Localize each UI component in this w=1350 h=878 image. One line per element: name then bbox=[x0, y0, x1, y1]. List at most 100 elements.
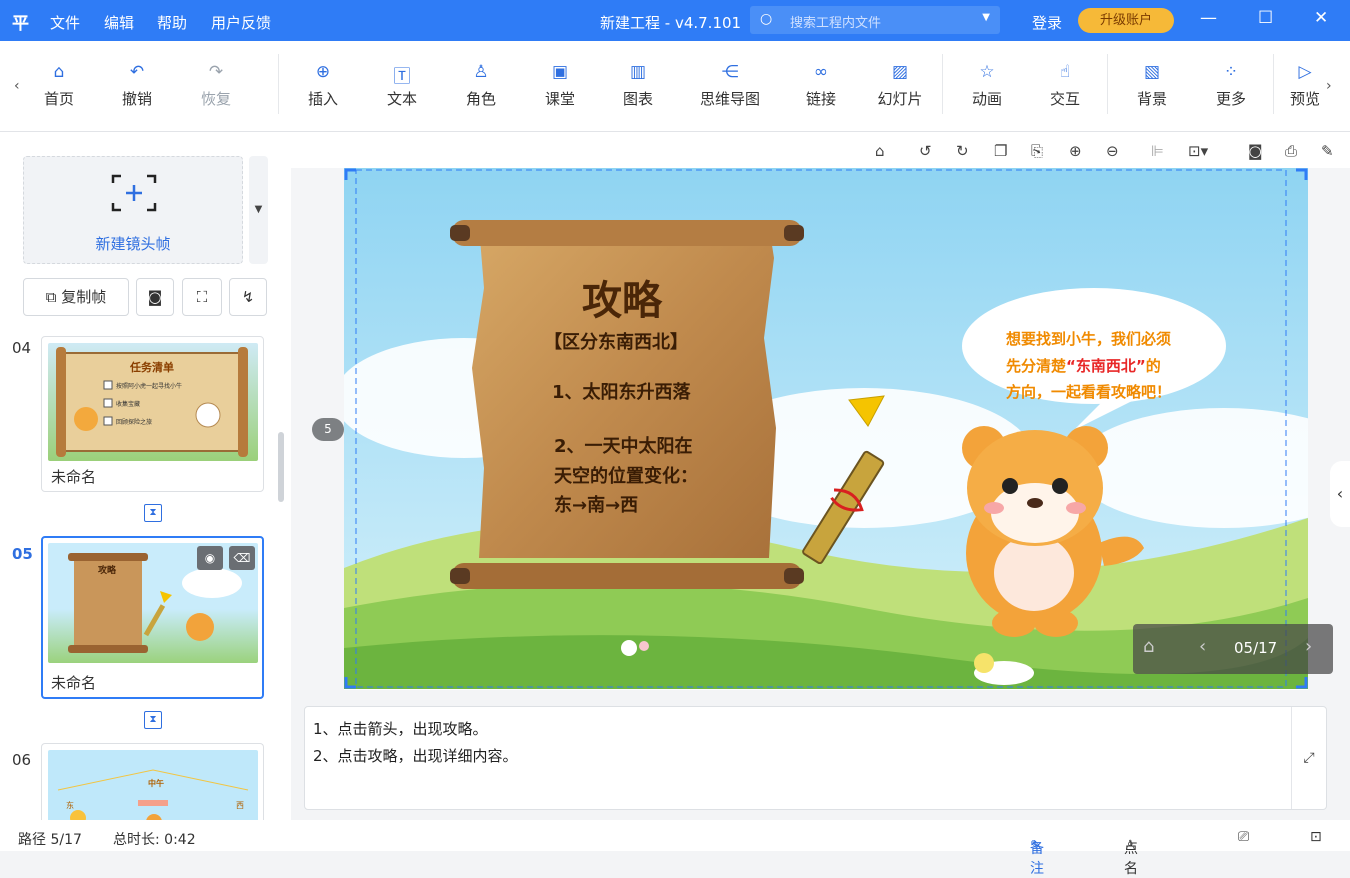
canvas-gutter bbox=[1308, 168, 1350, 690]
path-number-badge[interactable]: 5 bbox=[312, 418, 344, 441]
page-indicator: 05/17 bbox=[1234, 639, 1278, 657]
zoom-in-icon[interactable]: ⊕ bbox=[1069, 142, 1082, 160]
maximize-icon[interactable]: ☐ bbox=[1258, 8, 1273, 28]
undo-button[interactable]: ↶ 撤销 bbox=[105, 62, 169, 109]
home-icon[interactable]: ⌂ bbox=[1143, 636, 1154, 657]
animation-button[interactable]: ☆ 动画 bbox=[955, 62, 1019, 109]
menu-help[interactable]: 帮助 bbox=[157, 12, 187, 33]
title-bar: 平 文件 编辑 帮助 用户反馈 新建工程 - v4.7.101 ○ 搜索工程内文… bbox=[0, 0, 1350, 41]
thumb-label: 东 bbox=[66, 801, 74, 810]
thumb-title: 中午 bbox=[148, 779, 164, 788]
transition-icon[interactable]: ⧗ bbox=[144, 711, 162, 729]
duration-status: 总时长: 0:42 bbox=[113, 832, 196, 848]
search-placeholder: 搜索工程内文件 bbox=[790, 16, 882, 31]
camera-icon: ◙ bbox=[147, 288, 163, 306]
text-button[interactable]: 🅃 文本 bbox=[370, 62, 434, 109]
frame-thumbnail: 攻略 bbox=[48, 543, 258, 663]
link-icon: ∞ bbox=[813, 62, 829, 82]
rotate-left-icon[interactable]: ↺ bbox=[919, 142, 932, 160]
upgrade-button[interactable]: 升级账户 bbox=[1078, 8, 1174, 33]
thumb-title: 攻略 bbox=[98, 566, 117, 576]
bubble-line-3: 方向，一起看看攻略吧！ bbox=[1006, 383, 1172, 401]
scroll-subtitle: 【区分东南西北】 bbox=[544, 332, 688, 353]
new-frame-dropdown[interactable]: ▼ bbox=[249, 156, 268, 264]
login-button[interactable]: 登录 bbox=[1032, 12, 1062, 33]
menu-file[interactable]: 文件 bbox=[50, 12, 80, 33]
home-view-icon[interactable]: ⌂ bbox=[875, 142, 885, 160]
thumb-item: 回顾探险之旅 bbox=[116, 419, 153, 426]
path-button[interactable]: ↯ bbox=[229, 278, 267, 316]
frame-card-05[interactable]: 攻略 ◉ ⌫ 未命名 bbox=[41, 536, 264, 699]
status-bar: 路径 5/17 总时长: 0:42 ✎ 备注 ♙ 点名 ⎚ ⊡ bbox=[0, 820, 1350, 877]
copy-frame-button[interactable]: ⧉ 复制帧 bbox=[23, 278, 129, 316]
menu-feedback[interactable]: 用户反馈 bbox=[211, 12, 271, 33]
route-icon: ↯ bbox=[241, 288, 255, 306]
copy-icon[interactable]: ❐ bbox=[994, 142, 1007, 160]
more-button[interactable]: ⁘ 更多 bbox=[1199, 62, 1263, 109]
scan-icon: ⛶ bbox=[196, 288, 208, 306]
frame-name: 未命名 bbox=[51, 674, 97, 692]
main-toolbar: ‹ ⌂ 首页 ↶ 撤销 ↷ 恢复 ⊕ 插入 🅃 文本 ♙ 角色 ▣ 课堂 ▥ 图表 ⋲ 思维导图 … bbox=[0, 41, 1350, 132]
insert-button[interactable]: ⊕ 插入 bbox=[291, 62, 355, 109]
star-icon: ☆ bbox=[979, 62, 995, 82]
expand-icon[interactable]: ⤢ bbox=[1291, 707, 1326, 809]
settings-file-icon[interactable]: ⎙ bbox=[1285, 142, 1297, 160]
thumbnail-art bbox=[57, 769, 249, 830]
thumb-title: 任务清单 bbox=[130, 361, 174, 374]
note-line-2: 2、点击攻略，出现详细内容。 bbox=[313, 747, 518, 765]
eye-icon[interactable]: ◉ bbox=[197, 546, 223, 570]
close-icon[interactable]: ✕ bbox=[1314, 8, 1328, 28]
rotate-right-icon[interactable]: ↻ bbox=[956, 142, 969, 160]
frame-number: 04 bbox=[12, 339, 32, 357]
trash-icon[interactable]: ⌫ bbox=[229, 546, 255, 570]
picture-icon: ▨ bbox=[891, 62, 909, 82]
notes-panel[interactable]: 1、点击箭头，出现攻略。 2、点击攻略，出现详细内容。 ⤢ bbox=[304, 706, 1327, 810]
background-button[interactable]: ▧ 背景 bbox=[1120, 62, 1184, 109]
lock-icon[interactable]: ⊡▾ bbox=[1188, 142, 1208, 160]
camera-button[interactable]: ◙ bbox=[136, 278, 174, 316]
scan-frame-button[interactable]: ⛶ bbox=[182, 278, 222, 316]
minimize-icon[interactable]: — bbox=[1200, 8, 1217, 28]
menu-edit[interactable]: 编辑 bbox=[104, 12, 134, 33]
search-box[interactable]: ○ 搜索工程内文件 ▼ bbox=[750, 6, 1000, 34]
user-icon: ♙ bbox=[473, 62, 489, 82]
scroll-point-2: 2、一天中太阳在 bbox=[554, 436, 693, 457]
toolbar-scroll-right-icon[interactable]: › bbox=[1326, 78, 1332, 94]
transition-icon[interactable]: ⧗ bbox=[144, 504, 162, 522]
note-line-1: 1、点击箭头，出现攻略。 bbox=[313, 720, 488, 738]
zoom-out-icon[interactable]: ⊖ bbox=[1106, 142, 1119, 160]
toolbar-divider bbox=[942, 54, 943, 114]
chart-button[interactable]: ▥ 图表 bbox=[606, 62, 670, 109]
toolbar-scroll-left-icon[interactable]: ‹ bbox=[14, 78, 20, 94]
search-dropdown-icon[interactable]: ▼ bbox=[982, 12, 990, 23]
screenshot-icon[interactable]: ◙ bbox=[1248, 142, 1263, 160]
scroll-title: 攻略 bbox=[582, 277, 662, 324]
board-icon: ▣ bbox=[551, 62, 569, 82]
toolbar-divider bbox=[1107, 54, 1108, 114]
edit-icon[interactable]: ✎ bbox=[1321, 142, 1334, 160]
preview-button[interactable]: ▷ 预览 bbox=[1280, 62, 1330, 109]
frame-name: 未命名 bbox=[51, 468, 97, 486]
next-icon[interactable]: › bbox=[1305, 636, 1312, 657]
frame-card-04[interactable]: 任务清单 按照阿小虎一起寻找小牛 收集宝藏 回顾探险之旅 未命名 bbox=[41, 336, 264, 492]
mindmap-button[interactable]: ⋲ 思维导图 bbox=[690, 62, 770, 109]
redo-button[interactable]: ↷ 恢复 bbox=[184, 62, 248, 109]
frame-list-scrollbar[interactable] bbox=[278, 432, 284, 502]
screen-icon[interactable]: ⎚ bbox=[1238, 829, 1249, 845]
link-button[interactable]: ∞ 链接 bbox=[789, 62, 853, 109]
slides-button[interactable]: ▨ 幻灯片 bbox=[868, 62, 932, 109]
toolbar-divider bbox=[1273, 54, 1274, 114]
interaction-button[interactable]: ☝ 交互 bbox=[1033, 62, 1097, 109]
lock-icon[interactable]: ⊡ bbox=[1310, 829, 1322, 845]
expand-right-panel-icon[interactable]: ‹ bbox=[1330, 461, 1350, 527]
classroom-button[interactable]: ▣ 课堂 bbox=[528, 62, 592, 109]
text-icon: 🅃 bbox=[393, 67, 411, 87]
slide-canvas[interactable]: 攻略 【区分东南西北】 1、太阳东升西落 2、一天中太阳在 天空的位置变化： 东… bbox=[344, 168, 1308, 689]
role-button[interactable]: ♙ 角色 bbox=[449, 62, 513, 109]
paste-icon[interactable]: ⎘ bbox=[1031, 142, 1043, 160]
home-button[interactable]: ⌂ 首页 bbox=[27, 62, 91, 109]
prev-icon[interactable]: ‹ bbox=[1199, 636, 1206, 657]
new-frame-button[interactable]: 新建镜头帧 bbox=[23, 156, 243, 264]
bar-chart-icon: ▥ bbox=[629, 62, 647, 82]
align-icon[interactable]: ⊫ bbox=[1151, 142, 1164, 160]
